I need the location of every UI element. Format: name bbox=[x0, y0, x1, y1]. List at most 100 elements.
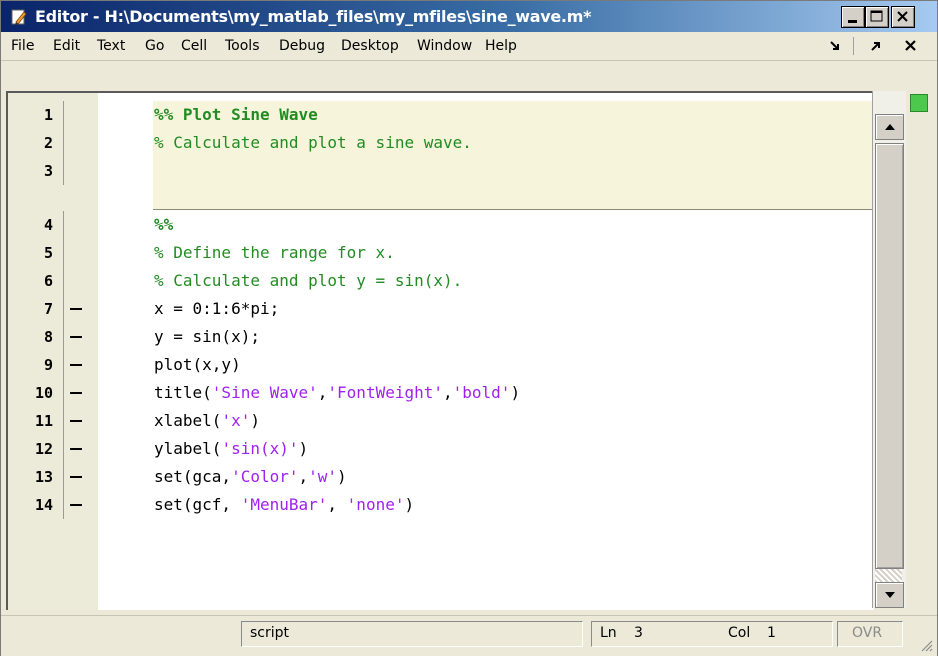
menu-cell[interactable]: Cell bbox=[181, 38, 207, 54]
string-literal: 'MenuBar' bbox=[240, 495, 328, 514]
menu-file[interactable]: File bbox=[11, 38, 34, 54]
code-statement: title('Sine Wave','FontWeight','bold') bbox=[154, 383, 520, 402]
executable-line-marker[interactable] bbox=[70, 308, 82, 310]
breakpoint-separator bbox=[63, 463, 64, 491]
menu-edit[interactable]: Edit bbox=[53, 38, 80, 54]
scroll-up-button[interactable] bbox=[875, 114, 904, 140]
minimize-button[interactable] bbox=[841, 6, 865, 28]
close-button[interactable] bbox=[891, 6, 915, 28]
executable-line-marker[interactable] bbox=[70, 420, 82, 422]
menu-window[interactable]: Window bbox=[417, 38, 472, 54]
editor-file-icon bbox=[11, 9, 27, 25]
status-bar: script Ln 3 Col 1 OVR bbox=[1, 615, 937, 656]
executable-line-marker[interactable] bbox=[70, 336, 82, 338]
code-statement: set(gcf, 'MenuBar', 'none') bbox=[154, 495, 414, 514]
executable-line-marker[interactable] bbox=[70, 364, 82, 366]
line-number: 7 bbox=[43, 300, 53, 318]
code-text: ) bbox=[337, 467, 347, 486]
scroll-track[interactable] bbox=[875, 569, 902, 582]
code-line[interactable]: 14 set(gcf, 'MenuBar', 'none') bbox=[8, 491, 874, 519]
line-number: 5 bbox=[43, 244, 53, 262]
minimize-icon bbox=[848, 20, 857, 23]
code-line[interactable]: 12 ylabel('sin(x)') bbox=[8, 435, 874, 463]
code-text: set(gca, bbox=[154, 467, 232, 486]
menu-desktop[interactable]: Desktop bbox=[341, 38, 399, 54]
string-literal: 'Color' bbox=[231, 467, 299, 486]
code-line[interactable]: 13 set(gca,'Color','w') bbox=[8, 463, 874, 491]
line-number: 11 bbox=[34, 412, 53, 430]
menu-separator bbox=[853, 37, 854, 55]
line-number: 1 bbox=[43, 106, 53, 124]
window-title: Editor - H:\Documents\my_matlab_files\my… bbox=[35, 7, 592, 26]
code-line[interactable]: 6 % Calculate and plot y = sin(x). bbox=[8, 267, 874, 295]
code-analyzer-status-indicator[interactable] bbox=[910, 94, 928, 112]
code-statement: x = 0:1:6*pi; bbox=[154, 299, 280, 318]
status-mode-field: script bbox=[241, 621, 583, 647]
code-text: ) bbox=[298, 439, 309, 458]
breakpoint-separator bbox=[63, 211, 64, 239]
code-line[interactable]: 2 % Calculate and plot a sine wave. bbox=[8, 129, 874, 157]
breakpoint-separator bbox=[63, 379, 64, 407]
code-text: ) bbox=[250, 411, 260, 430]
string-literal: 'none' bbox=[346, 495, 405, 514]
line-number: 13 bbox=[34, 468, 53, 486]
code-line[interactable]: 10 title('Sine Wave','FontWeight','bold'… bbox=[8, 379, 874, 407]
code-text: title( bbox=[154, 383, 212, 402]
undock-icon[interactable] bbox=[867, 38, 883, 54]
menu-tools[interactable]: Tools bbox=[225, 38, 260, 54]
code-statement: xlabel('x') bbox=[154, 411, 260, 430]
line-number: 10 bbox=[34, 384, 53, 402]
code-text: , bbox=[317, 383, 328, 402]
title-bar[interactable]: Editor - H:\Documents\my_matlab_files\my… bbox=[1, 1, 937, 32]
executable-line-marker[interactable] bbox=[70, 504, 82, 506]
string-literal: 'w' bbox=[308, 467, 338, 486]
maximize-button[interactable] bbox=[865, 6, 889, 28]
column-value: 1 bbox=[767, 625, 776, 641]
comment: % Calculate and plot a sine wave. bbox=[154, 133, 472, 152]
close-document-icon[interactable] bbox=[903, 38, 919, 54]
line-number: 2 bbox=[43, 134, 53, 152]
status-ovr-field: OVR bbox=[837, 621, 903, 647]
executable-line-marker[interactable] bbox=[70, 448, 82, 450]
line-number: 9 bbox=[43, 356, 53, 374]
overwrite-mode: OVR bbox=[852, 625, 883, 641]
status-mode: script bbox=[250, 625, 290, 641]
line-number: 14 bbox=[34, 496, 53, 514]
code-text: ) bbox=[510, 383, 521, 402]
column-label: Col bbox=[728, 625, 751, 641]
arrow-up-icon bbox=[885, 124, 895, 130]
breakpoint-separator bbox=[63, 407, 64, 435]
executable-line-marker[interactable] bbox=[70, 392, 82, 394]
string-literal: 'Sine Wave' bbox=[211, 383, 318, 402]
menu-text[interactable]: Text bbox=[97, 38, 125, 54]
menu-debug[interactable]: Debug bbox=[279, 38, 325, 54]
menu-bar: File Edit Text Go Cell Tools Debug Deskt… bbox=[1, 32, 937, 61]
code-statement: y = sin(x); bbox=[154, 327, 260, 346]
code-line[interactable]: 4 %% bbox=[8, 211, 874, 239]
code-line[interactable]: 7 x = 0:1:6*pi; bbox=[8, 295, 874, 323]
code-line[interactable]: 3 bbox=[8, 157, 874, 185]
line-label: Ln bbox=[600, 625, 617, 641]
code-line[interactable]: 9 plot(x,y) bbox=[8, 351, 874, 379]
resize-grip-icon[interactable] bbox=[919, 638, 933, 652]
code-line[interactable]: 8 y = sin(x); bbox=[8, 323, 874, 351]
string-literal: 'x' bbox=[221, 411, 251, 430]
scroll-down-button[interactable] bbox=[875, 582, 904, 608]
code-line[interactable]: 11 xlabel('x') bbox=[8, 407, 874, 435]
cell-divider-comment: %% bbox=[154, 215, 174, 234]
scroll-thumb[interactable] bbox=[875, 143, 904, 569]
code-line[interactable]: 5 % Define the range for x. bbox=[8, 239, 874, 267]
dock-icon[interactable] bbox=[827, 38, 843, 54]
code-line[interactable]: 1 %% Plot Sine Wave bbox=[8, 101, 874, 129]
breakpoint-separator bbox=[63, 491, 64, 519]
arrow-down-icon bbox=[885, 592, 895, 598]
string-literal: 'FontWeight' bbox=[327, 383, 443, 402]
menu-go[interactable]: Go bbox=[145, 38, 164, 54]
code-editor[interactable]: 1 %% Plot Sine Wave 2 % Calculate and pl… bbox=[6, 91, 874, 610]
menu-help[interactable]: Help bbox=[485, 38, 517, 54]
code-statement: ylabel('sin(x)') bbox=[154, 439, 308, 458]
line-number: 12 bbox=[34, 440, 53, 458]
executable-line-marker[interactable] bbox=[70, 476, 82, 478]
line-value: 3 bbox=[634, 625, 643, 641]
vertical-scrollbar[interactable] bbox=[872, 91, 906, 608]
